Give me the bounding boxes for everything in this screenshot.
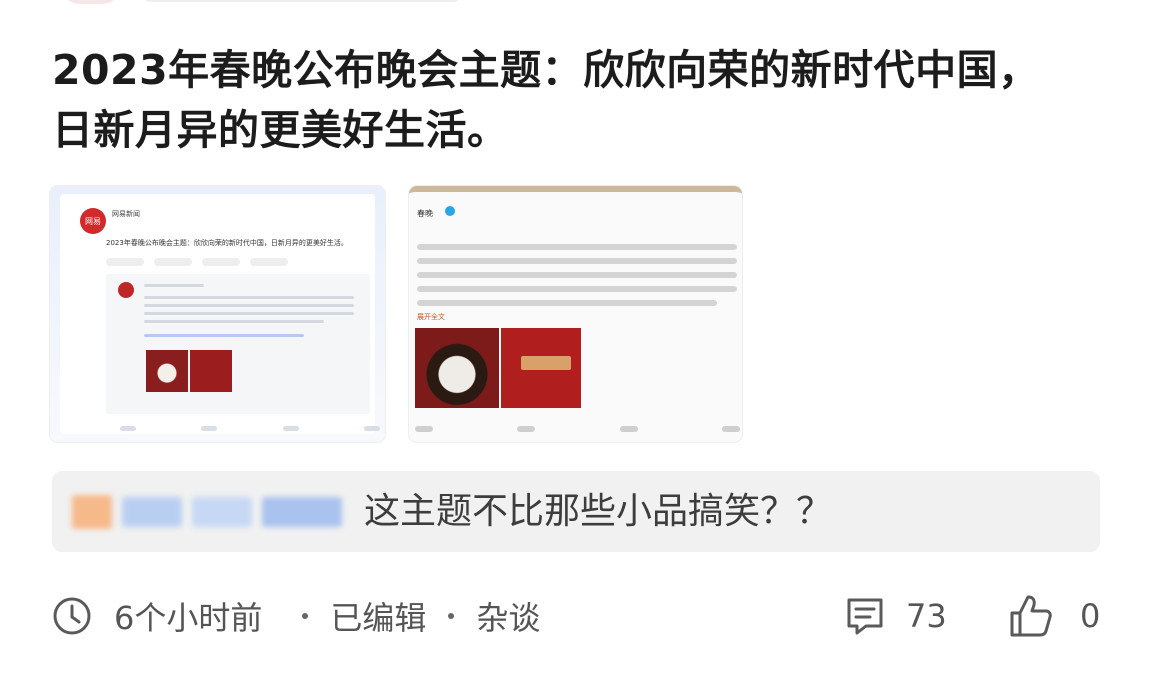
like-count: 0 xyxy=(1080,597,1101,635)
netease-quoted-post xyxy=(106,274,370,414)
edited-label: 已编辑 xyxy=(330,599,427,637)
chunwan-footer-bar xyxy=(415,426,740,436)
post-image-1[interactable]: 网易 网易新闻 2023年春晚公布晚会主题：欣欣向荣的新时代中国，日新月异的更美… xyxy=(50,186,385,442)
netease-card: 网易 网易新闻 2023年春晚公布晚会主题：欣欣向荣的新时代中国，日新月异的更美… xyxy=(60,194,380,434)
separator-dot xyxy=(448,613,455,619)
netease-footer-bar xyxy=(120,426,380,434)
post-meta: 6个小时前 已编辑 杂谈 xyxy=(52,592,540,640)
separator-dot xyxy=(302,613,309,619)
netease-post-text: 2023年春晚公布晚会主题：欣欣向荣的新时代中国，日新月异的更美好生活。 xyxy=(106,239,348,247)
chunwan-avatar-small xyxy=(118,282,134,298)
chunwan-account-name: 春晚 xyxy=(417,209,433,218)
gala-poster xyxy=(501,328,581,408)
author-row-faded xyxy=(60,0,580,4)
gala-poster-small xyxy=(190,350,232,392)
post-time: 6个小时前 xyxy=(114,599,263,637)
like-button[interactable]: 0 xyxy=(1008,592,1100,640)
verified-badge-icon xyxy=(445,206,455,216)
author-avatar[interactable] xyxy=(60,0,122,4)
netease-source-label: 网易新闻 xyxy=(112,210,140,218)
expand-full-text-link: 展开全文 xyxy=(417,313,445,321)
featured-comment-text: 这主题不比那些小品搞笑？？ xyxy=(364,491,833,532)
post-page: 2023年春晚公布晚会主题：欣欣向荣的新时代中国，日新月异的更美好生活。 网易 … xyxy=(0,0,1152,673)
rabbit-image xyxy=(415,328,499,408)
rabbit-image-small xyxy=(146,350,188,392)
comment-count: 73 xyxy=(906,597,947,635)
thumbs-up-icon xyxy=(1010,595,1052,637)
post-image-2[interactable]: 春晚 展开全文 xyxy=(409,186,742,442)
comment-button[interactable]: 73 xyxy=(844,592,947,640)
post-title[interactable]: 2023年春晚公布晚会主题：欣欣向荣的新时代中国，日新月异的更美好生活。 xyxy=(52,40,1042,160)
comment-icon xyxy=(847,598,883,635)
netease-action-bar xyxy=(106,258,366,268)
author-name-faded xyxy=(142,0,462,2)
netease-logo: 网易 xyxy=(80,208,106,234)
comment-username-blurred xyxy=(72,493,362,531)
featured-comment[interactable]: 这主题不比那些小品搞笑？？ xyxy=(52,471,1100,552)
clock-icon xyxy=(53,597,91,635)
category-label[interactable]: 杂谈 xyxy=(476,593,540,639)
